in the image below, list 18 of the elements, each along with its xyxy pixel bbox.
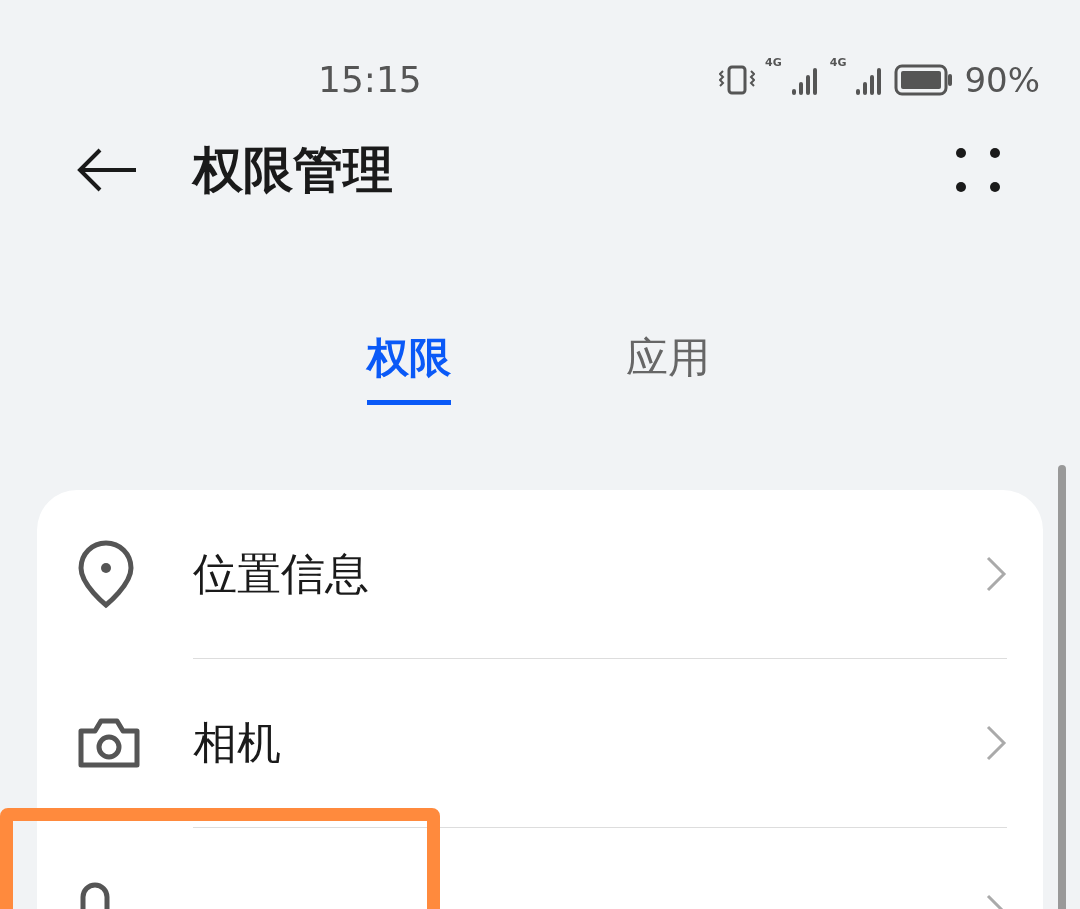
chevron-right-icon bbox=[985, 724, 1007, 762]
page-title: 权限管理 bbox=[193, 139, 394, 201]
signal-icon bbox=[791, 65, 820, 95]
back-button[interactable] bbox=[76, 147, 138, 193]
network-type: 4G bbox=[765, 56, 782, 69]
chevron-right-icon bbox=[985, 555, 1007, 593]
battery-icon bbox=[894, 64, 955, 96]
tab[interactable]: 权限 bbox=[366, 330, 451, 405]
permission-item[interactable]: 相机 bbox=[193, 658, 1007, 827]
permission-label: 相机 bbox=[193, 715, 282, 770]
network-type: 4G bbox=[829, 56, 847, 69]
more-options-button[interactable] bbox=[956, 148, 1000, 192]
permission-label: 位置信息 bbox=[193, 546, 370, 601]
status-time: 15:15 bbox=[318, 58, 423, 100]
tab[interactable]: 应用 bbox=[625, 330, 710, 405]
permission-item[interactable]: 位置信息 bbox=[37, 490, 1007, 658]
battery-percent: 90% bbox=[964, 60, 1040, 100]
vibrate-icon bbox=[719, 65, 756, 95]
